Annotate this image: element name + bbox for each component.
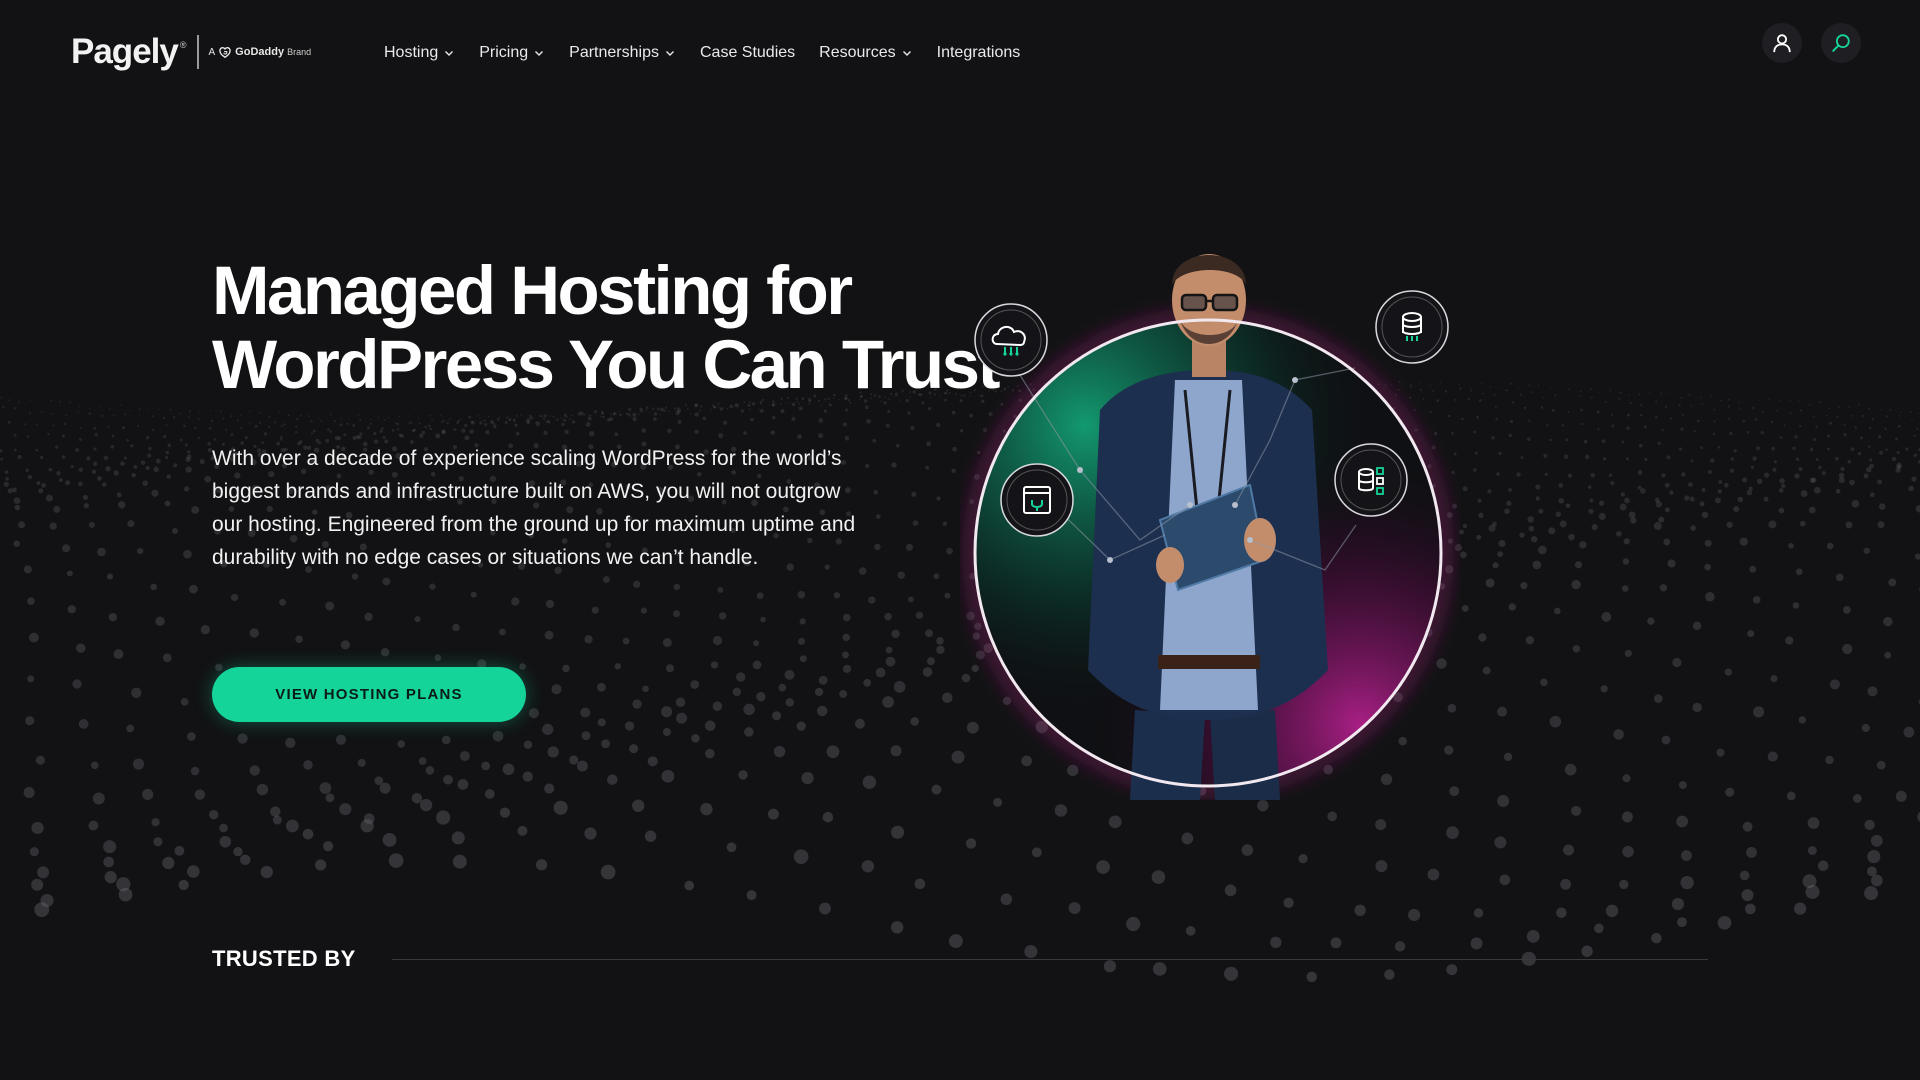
chevron-down-icon: [445, 51, 454, 56]
user-icon: [1773, 34, 1791, 53]
logo-divider: [196, 35, 199, 69]
godaddy-icon: [219, 46, 231, 59]
trusted-by-divider: [392, 959, 1708, 960]
chevron-down-icon: [902, 51, 911, 56]
nav-item-partnerships[interactable]: Partnerships: [569, 40, 676, 66]
nav-item-label: Hosting: [384, 44, 439, 61]
server-stack-icon: [1334, 443, 1408, 517]
hero-illustration: [967, 254, 1449, 800]
search-icon: [1832, 34, 1850, 52]
nav-item-integrations[interactable]: Integrations: [937, 40, 1021, 66]
nav-item-case-studies[interactable]: Case Studies: [700, 40, 795, 66]
nav-item-pricing[interactable]: Pricing: [479, 40, 545, 66]
pagely-logo[interactable]: Pagely ® A GoDaddy Brand: [71, 30, 311, 74]
search-button[interactable]: [1821, 23, 1861, 63]
database-icon: [1375, 290, 1449, 364]
chevron-down-icon: [665, 51, 674, 56]
nav-item-label: Resources: [819, 44, 896, 61]
trusted-by-heading: TRUSTED BY: [212, 946, 356, 971]
logo-registered-mark: ®: [179, 40, 187, 50]
nav-item-resources[interactable]: Resources: [819, 40, 912, 66]
hero-description: With over a decade of experience scaling…: [212, 447, 856, 569]
nav-item-label: Partnerships: [569, 44, 659, 61]
brand-suffix: Brand: [287, 47, 312, 57]
hero-title: Managed Hosting for WordPress You Can Tr…: [212, 252, 1001, 403]
account-button[interactable]: [1762, 23, 1802, 63]
browser-plug-icon: [1000, 463, 1074, 537]
nav-item-label: Case Studies: [699, 44, 796, 61]
nav-item-hosting[interactable]: Hosting: [384, 40, 455, 66]
site-header: Pagely ® A GoDaddy Brand Hosting Pricing: [0, 0, 1920, 106]
main-nav: Hosting Pricing Partnerships Case Studie…: [384, 40, 1044, 66]
nav-item-label: Integrations: [936, 44, 1021, 61]
hero-title-line-1: Managed Hosting for: [212, 252, 853, 329]
brand-name: GoDaddy: [235, 46, 285, 58]
view-hosting-plans-button[interactable]: VIEW HOSTING PLANS: [212, 667, 526, 722]
brand-prefix: A: [208, 46, 216, 58]
cloud-icon: [974, 303, 1048, 377]
page: Pagely ® A GoDaddy Brand Hosting Pricing: [0, 0, 1920, 1080]
chevron-down-icon: [535, 51, 544, 56]
nav-item-label: Pricing: [479, 44, 529, 61]
logo-wordmark: Pagely: [71, 32, 179, 71]
godaddy-brand-tag: A GoDaddy Brand: [208, 45, 312, 59]
hero-title-line-2: WordPress You Can Trust: [212, 326, 1001, 403]
